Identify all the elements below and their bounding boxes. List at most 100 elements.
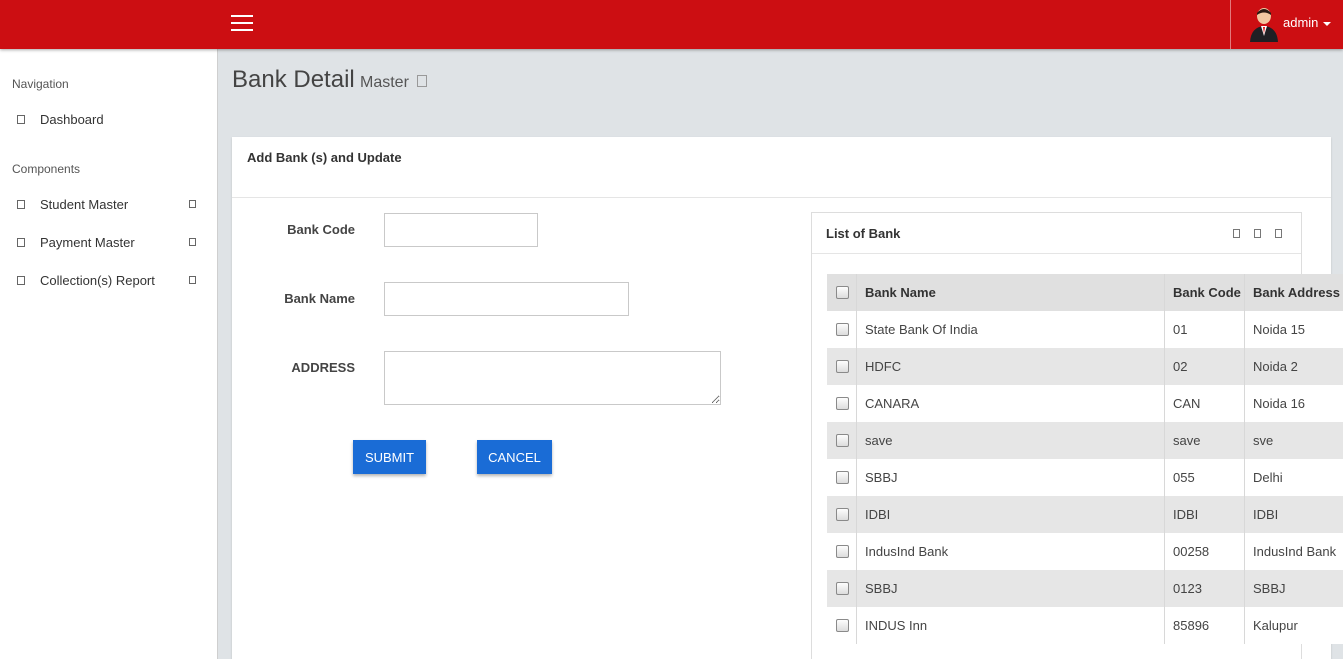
submit-button[interactable]: SUBMIT [353,440,426,474]
table-header-row: Bank Name Bank Code Bank Address [827,274,1343,311]
sidebar-item-student-master[interactable]: Student Master [0,192,217,218]
sidebar-item-payment-master[interactable]: Payment Master [0,230,217,256]
bank-name-cell: HDFC [857,348,1165,385]
address-label: ADDRESS [291,360,355,375]
bank-code-label: Bank Code [287,222,355,237]
table-row[interactable]: SBBJ 0123 SBBJ [827,570,1343,607]
chevron-down-icon[interactable] [1323,22,1331,26]
sidebar: Navigation Dashboard Components Student … [0,49,218,659]
components-section-title: Components [12,162,81,176]
list-title: List of Bank [826,226,901,241]
bank-address-cell: Noida 15 [1253,322,1306,337]
table-row[interactable]: SBBJ 055 Delhi [827,459,1343,496]
bank-table: Bank Name Bank Code Bank Address State B… [827,274,1343,644]
row-checkbox[interactable] [836,360,849,373]
table-row[interactable]: State Bank Of India 01 Noida 15 [827,311,1343,348]
bank-address-cell: Noida 16 [1253,396,1306,411]
student-icon [17,200,25,209]
panel-title: Add Bank (s) and Update [247,150,402,165]
bank-code-cell: IDBI [1165,496,1245,533]
sidebar-item-collection-report[interactable]: Collection(s) Report [0,268,217,294]
bank-code-cell: 055 [1165,459,1245,496]
collapse-icon[interactable] [1233,229,1240,238]
row-checkbox[interactable] [836,323,849,336]
bank-name-cell: SBBJ [857,570,1165,607]
column-header-bank-name[interactable]: Bank Name [857,274,1165,311]
settings-icon[interactable] [1254,229,1261,238]
bank-address-cell: Delhi [1253,470,1283,485]
table-row[interactable]: IndusInd Bank 00258 IndusInd Bank [827,533,1343,570]
bank-code-cell: 02 [1165,348,1245,385]
user-menu[interactable]: admin [1230,0,1343,49]
chevron-right-icon [189,200,196,208]
bank-address-cell: Kalupur [1253,618,1298,633]
user-name[interactable]: admin [1283,15,1318,30]
column-header-bank-code[interactable]: Bank Code [1165,274,1245,311]
row-select-cell [827,496,857,533]
bank-name-label: Bank Name [284,291,355,306]
bank-code-cell: 85896 [1165,607,1245,644]
bank-name-input[interactable] [384,282,629,316]
table-row[interactable]: IDBI IDBI IDBI [827,496,1343,533]
payment-icon [17,238,25,247]
title-icon [417,75,427,87]
bank-name-cell: SBBJ [857,459,1165,496]
table-row[interactable]: HDFC 02 Noida 2 [827,348,1343,385]
sidebar-item-label: Dashboard [40,112,104,127]
row-checkbox[interactable] [836,434,849,447]
bank-name-cell: INDUS Inn [857,607,1165,644]
hamburger-icon[interactable] [231,15,253,33]
user-avatar-icon [1250,8,1278,42]
row-select-cell [827,311,857,348]
sidebar-item-dashboard[interactable]: Dashboard [0,107,217,133]
table-row[interactable]: CANARA CAN Noida 16 [827,385,1343,422]
bank-code-cell: 0123 [1165,570,1245,607]
sidebar-item-label: Collection(s) Report [40,273,155,288]
bank-code-cell: CAN [1165,385,1245,422]
row-checkbox[interactable] [836,397,849,410]
dashboard-icon [17,115,25,124]
cancel-button[interactable]: CANCEL [477,440,552,474]
row-checkbox[interactable] [836,545,849,558]
bank-name-cell: save [857,422,1165,459]
row-checkbox[interactable] [836,508,849,521]
row-select-cell [827,422,857,459]
page-subtitle: Master [360,74,409,91]
row-checkbox[interactable] [836,582,849,595]
navigation-section-title: Navigation [12,77,69,91]
row-select-cell [827,385,857,422]
bank-code-cell: save [1165,422,1245,459]
bank-address-cell: IndusInd Bank [1253,544,1337,559]
table-row[interactable]: INDUS Inn 85896 Kalupur [827,607,1343,644]
row-select-cell [827,570,857,607]
chevron-right-icon [189,238,196,246]
row-checkbox[interactable] [836,471,849,484]
page-title: Bank Detail [232,66,355,93]
sidebar-item-label: Student Master [40,197,129,212]
select-all-checkbox[interactable] [836,286,849,299]
chevron-right-icon [189,276,196,284]
select-all-cell [827,274,857,311]
bank-name-cell: IDBI [857,496,1165,533]
close-icon[interactable] [1275,229,1282,238]
table-row[interactable]: save save sve [827,422,1343,459]
bank-name-cell: IndusInd Bank [857,533,1165,570]
row-checkbox[interactable] [836,619,849,632]
row-select-cell [827,348,857,385]
bank-name-cell: CANARA [857,385,1165,422]
bank-name-cell: State Bank Of India [857,311,1165,348]
bank-address-cell: sve [1253,433,1274,448]
bank-address-cell: SBBJ [1253,581,1286,596]
row-select-cell [827,607,857,644]
bank-code-input[interactable] [384,213,538,247]
report-icon [17,276,25,285]
row-select-cell [827,459,857,496]
bank-address-cell: IDBI [1253,507,1279,522]
row-select-cell [827,533,857,570]
column-header-bank-address[interactable]: Bank Address [1245,274,1343,311]
panel-header: Add Bank (s) and Update [232,137,1331,198]
address-field[interactable] [384,351,721,405]
table-body: State Bank Of India 01 Noida 15 HDFC 02 Noida… [827,311,1343,644]
list-header: List of Bank [812,213,1301,254]
top-bar: admin [0,0,1343,49]
